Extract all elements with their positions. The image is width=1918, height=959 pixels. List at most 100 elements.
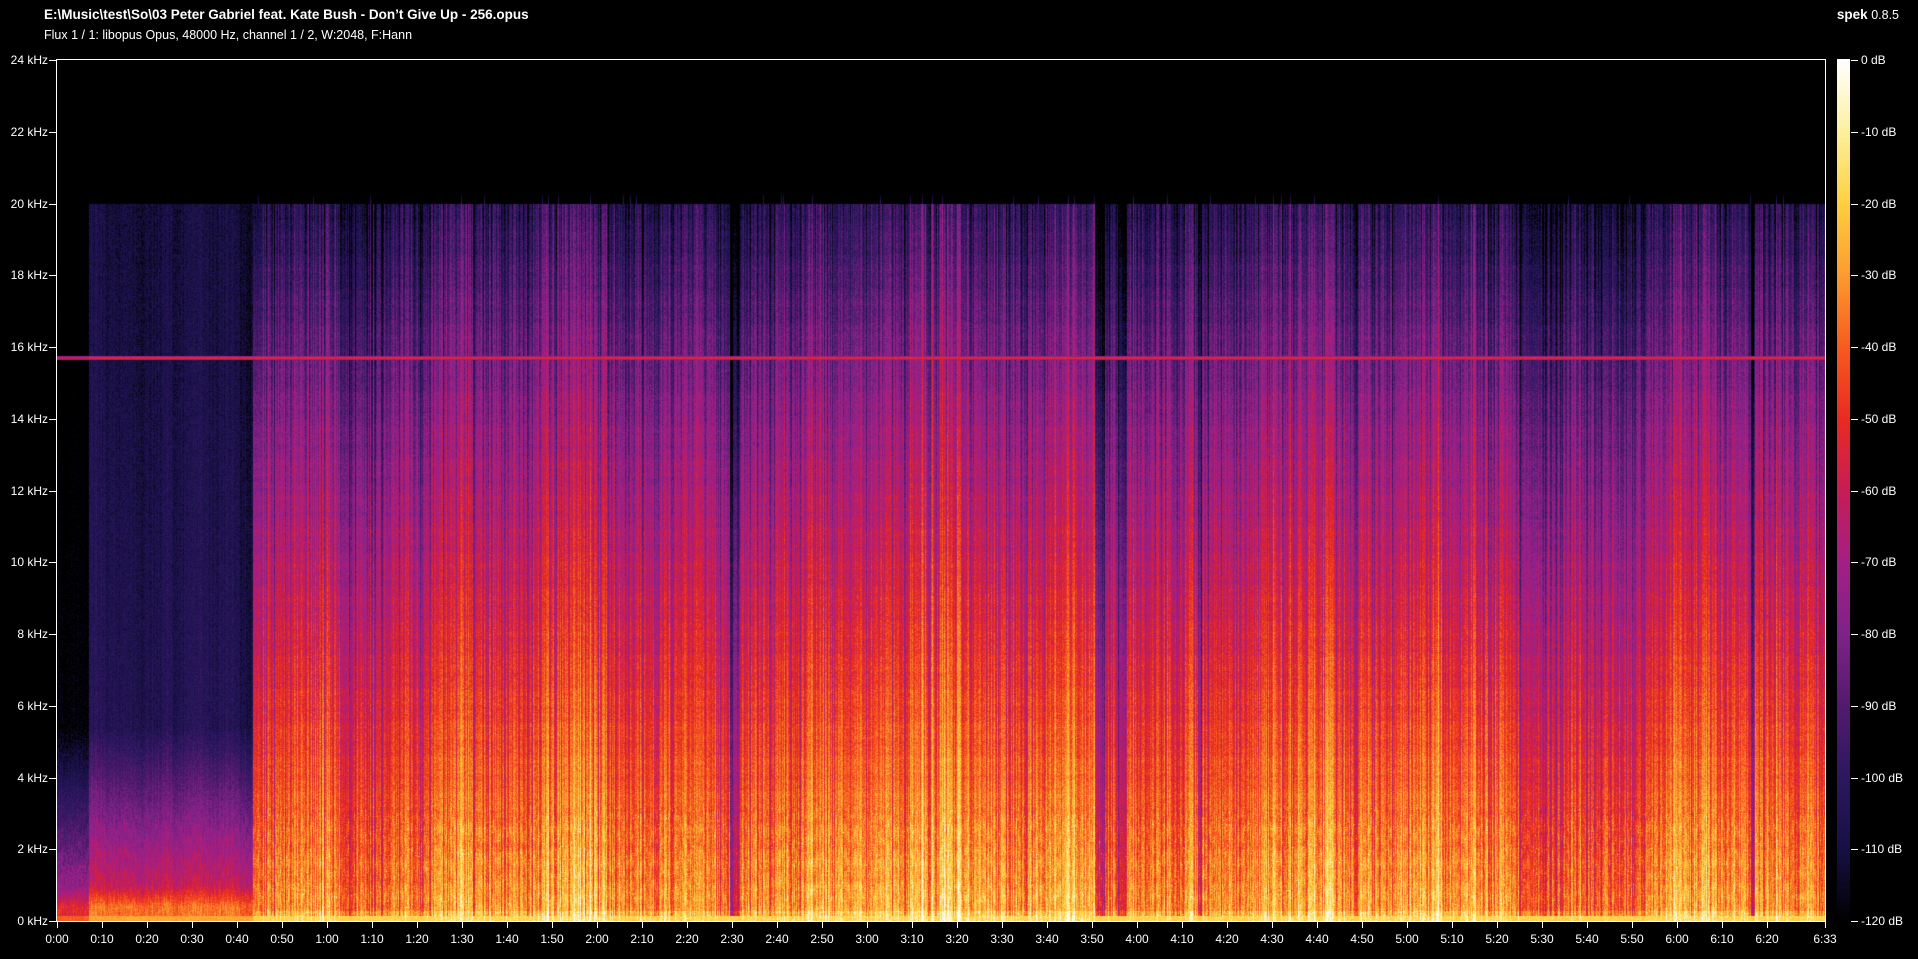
db-tick-label: -50 dB [1861,412,1897,426]
db-tick [1851,778,1858,779]
freq-tick-label: 22 kHz [10,125,48,139]
freq-tick [49,634,57,635]
time-tick-label: 2:00 [585,932,609,946]
app-name: spek [1836,7,1868,22]
db-tick-label: -80 dB [1861,627,1897,641]
time-tick [552,922,553,928]
file-path-title: E:\Music\test\So\03 Peter Gabriel feat. … [44,7,529,22]
db-tick-label: 0 dB [1861,53,1886,67]
freq-tick [49,849,57,850]
time-tick [57,922,58,928]
colorbar-gradient [1837,59,1850,922]
db-tick [1851,491,1858,492]
time-tick [1542,922,1543,928]
time-tick-label: 0:10 [90,932,114,946]
freq-tick-label: 24 kHz [10,53,48,67]
freq-tick [49,204,57,205]
time-tick-label: 0:00 [45,932,69,946]
time-tick-label: 3:40 [1035,932,1059,946]
freq-tick [49,491,57,492]
time-tick [417,922,418,928]
time-tick-label: 6:00 [1665,932,1689,946]
time-tick-label: 1:50 [540,932,564,946]
freq-tick-label: 8 kHz [17,627,48,641]
time-tick [1632,922,1633,928]
freq-tick-label: 10 kHz [10,555,48,569]
time-tick [1002,922,1003,928]
freq-tick-label: 12 kHz [10,484,48,498]
time-tick-label: 4:00 [1125,932,1149,946]
time-tick [1407,922,1408,928]
freq-tick-label: 4 kHz [17,771,48,785]
freq-tick [49,275,57,276]
time-tick [1587,922,1588,928]
time-tick [777,922,778,928]
time-tick-label: 2:50 [810,932,834,946]
time-tick-label: 4:10 [1170,932,1194,946]
db-tick [1851,204,1858,205]
freq-tick [49,347,57,348]
db-tick-label: -90 dB [1861,699,1897,713]
db-tick-label: -60 dB [1861,484,1897,498]
db-tick-label: -10 dB [1861,125,1897,139]
time-tick [147,922,148,928]
db-tick [1851,347,1858,348]
freq-tick-label: 0 kHz [17,914,48,928]
time-tick [1137,922,1138,928]
db-tick [1851,921,1858,922]
freq-tick [49,562,57,563]
time-tick [1182,922,1183,928]
freq-tick [49,132,57,133]
freq-tick-label: 18 kHz [10,268,48,282]
freq-tick [49,706,57,707]
time-tick-label: 0:30 [180,932,204,946]
db-tick-label: -100 dB [1861,771,1904,785]
time-tick-label: 3:50 [1080,932,1104,946]
time-tick-label: 0:40 [225,932,249,946]
time-tick [912,922,913,928]
db-tick-label: -70 dB [1861,555,1897,569]
db-tick-label: -40 dB [1861,340,1897,354]
time-tick-label: 4:30 [1260,932,1284,946]
time-tick [687,922,688,928]
db-tick [1851,419,1858,420]
time-tick [597,922,598,928]
time-tick-label: 4:20 [1215,932,1239,946]
time-tick-label: 1:30 [450,932,474,946]
spectrogram-plot [56,59,1826,922]
time-tick [822,922,823,928]
freq-tick-label: 16 kHz [10,340,48,354]
freq-tick [49,778,57,779]
time-tick [1092,922,1093,928]
time-tick [1825,922,1826,928]
time-tick [102,922,103,928]
freq-tick-label: 20 kHz [10,197,48,211]
time-tick [1362,922,1363,928]
time-tick-label: 0:20 [135,932,159,946]
freq-tick-label: 2 kHz [17,842,48,856]
time-tick-label: 3:00 [855,932,879,946]
time-tick-label: 3:30 [990,932,1014,946]
time-tick [1497,922,1498,928]
db-tick-label: -110 dB [1861,842,1903,856]
spectrogram-canvas [57,60,1825,921]
time-tick-label: 1:10 [360,932,384,946]
db-tick-label: -20 dB [1861,197,1897,211]
freq-tick [49,921,57,922]
time-tick-label: 5:50 [1620,932,1644,946]
spek-window: E:\Music\test\So\03 Peter Gabriel feat. … [0,0,1918,959]
time-tick [642,922,643,928]
time-tick-label: 5:40 [1575,932,1599,946]
time-tick [1272,922,1273,928]
time-tick [1047,922,1048,928]
time-tick-label: 2:10 [630,932,654,946]
time-tick [1722,922,1723,928]
time-tick-label: 2:30 [720,932,744,946]
time-tick-label: 4:50 [1350,932,1374,946]
time-tick-label: 4:40 [1305,932,1329,946]
time-tick [237,922,238,928]
db-tick [1851,562,1858,563]
time-tick [957,922,958,928]
time-tick [282,922,283,928]
db-tick [1851,634,1858,635]
